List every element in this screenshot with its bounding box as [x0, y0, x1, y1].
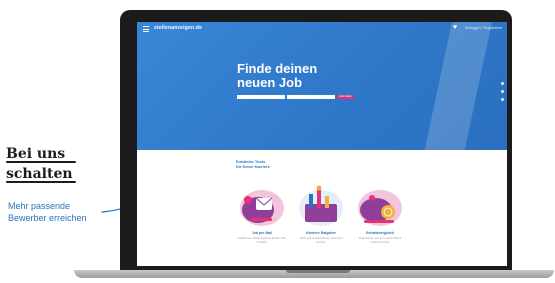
login-link[interactable]: Einloggen / Registrieren [465, 26, 502, 30]
feature-card-salary-compare[interactable]: Gehaltsvergleich Finde heraus, was du in… [354, 180, 406, 258]
laptop-screen: stellenanzeigen.de ♥ Einloggen / Registr… [137, 22, 507, 266]
card-text: Finde heraus, was du in deinem Beruf ver… [358, 237, 402, 244]
feature-card-job-mail[interactable]: Job per Mail Erhalte neue Stellenangebot… [236, 180, 288, 258]
card-text: Erhalte neue Stellenangebote direkt in d… [238, 237, 286, 244]
job-mail-illustration-icon [240, 190, 284, 226]
heart-icon[interactable]: ♥ [453, 24, 457, 32]
hero-title: Finde deinen neuen Job [237, 62, 377, 90]
top-nav: stellenanzeigen.de ♥ Einloggen / Registr… [137, 22, 507, 36]
hero-section: stellenanzeigen.de ♥ Einloggen / Registr… [137, 22, 507, 150]
section-title: Entdecke Tools für Deine Karriere [236, 159, 296, 169]
card-title: Job per Mail [251, 231, 273, 235]
side-social-icons[interactable] [501, 82, 504, 106]
site-logo[interactable]: stellenanzeigen.de [154, 25, 202, 31]
section-title-line-2: für Deine Karriere [236, 164, 270, 169]
location-search-input[interactable] [287, 95, 335, 99]
hamburger-menu-icon[interactable] [143, 26, 149, 32]
career-guide-illustration-icon [299, 185, 343, 226]
card-text: Tipps rund um Bewerbung, Gehalt und Karr… [299, 237, 343, 244]
hero-title-line-1: Finde deinen [237, 61, 318, 76]
search-button[interactable]: Jobs finden [337, 95, 354, 99]
feature-card-career-guide[interactable]: Karriere-Ratgeber Tipps rund um Bewerbun… [295, 180, 347, 258]
hero-title-line-2: neuen Job [237, 75, 303, 90]
laptop-notch [286, 270, 350, 273]
hero-decoration [419, 22, 495, 150]
card-title: Karriere-Ratgeber [306, 231, 336, 235]
job-search-input[interactable] [237, 95, 285, 99]
salary-compare-illustration-icon [358, 190, 402, 226]
card-title: Gehaltsvergleich [365, 231, 395, 235]
